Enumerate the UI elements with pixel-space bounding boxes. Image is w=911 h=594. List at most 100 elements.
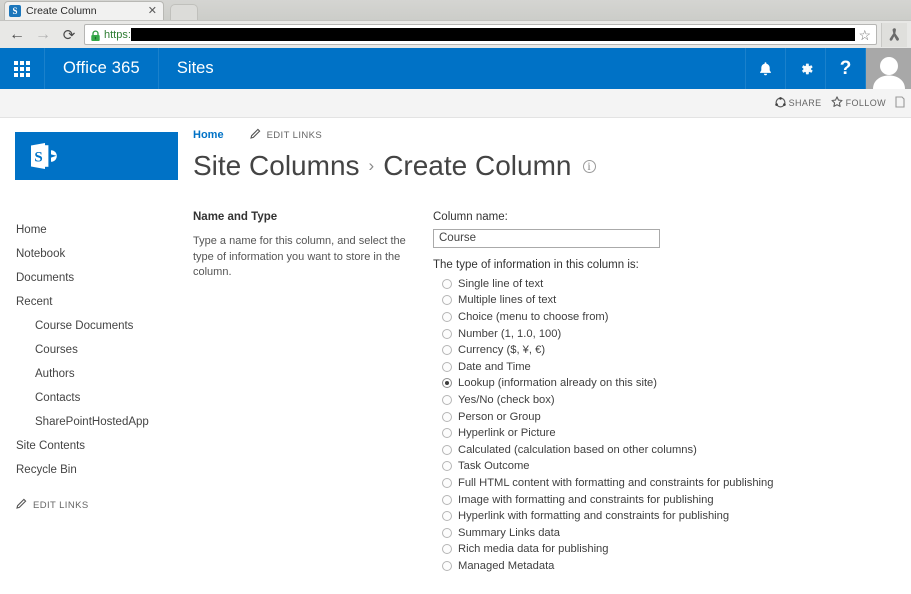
create-column-form: Name and Type Type a name for this colum… (185, 211, 911, 574)
app-launcher-button[interactable] (0, 48, 45, 89)
breadcrumb-home-link[interactable]: Home (193, 129, 224, 141)
sidebar-item-notebook[interactable]: Notebook (16, 242, 185, 266)
browser-tab[interactable]: S Create Column ✕ (4, 1, 164, 20)
pencil-icon (16, 498, 27, 512)
radio-task-outcome[interactable]: Task Outcome (442, 458, 911, 475)
radio-calculated[interactable]: Calculated (calculation based on other c… (442, 441, 911, 458)
reload-button[interactable]: ⟳ (56, 23, 82, 47)
site-logo[interactable]: S (15, 132, 178, 180)
sidebar-item-course-documents[interactable]: Course Documents (16, 314, 185, 338)
radio-date-and-time[interactable]: Date and Time (442, 358, 911, 375)
page-body: S Home Notebook Documents Recent Course … (0, 118, 911, 577)
radio-label: Calculated (calculation based on other c… (458, 443, 697, 456)
radio-label: Hyperlink or Picture (458, 427, 556, 440)
radio-yes-no[interactable]: Yes/No (check box) (442, 392, 911, 409)
address-bar[interactable]: https: ☆ (84, 24, 877, 45)
column-type-radio-group: Single line of text Multiple lines of te… (433, 276, 911, 575)
radio-dot-icon (442, 378, 452, 389)
page-title-parent-link[interactable]: Site Columns (193, 150, 360, 182)
radio-label: Rich media data for publishing (458, 543, 609, 556)
bookmark-star-icon[interactable]: ☆ (858, 28, 871, 42)
follow-star-icon (831, 96, 843, 110)
main-content-column: Home EDIT LINKS Site Columns › Create Co… (185, 118, 911, 577)
sidebar-item-authors[interactable]: Authors (16, 362, 185, 386)
share-button[interactable]: SHARE (774, 96, 822, 110)
sidebar-item-contacts[interactable]: Contacts (16, 386, 185, 410)
sidebar-item-home[interactable]: Home (16, 218, 185, 242)
column-name-label: Column name: (433, 211, 508, 223)
radio-label: Image with formatting and constraints fo… (458, 493, 714, 506)
radio-dot-icon (442, 345, 452, 356)
browser-nav-bar: ← → ⟳ https: ☆ (0, 20, 911, 48)
sidebar-item-recent[interactable]: Recent (16, 290, 185, 314)
sharepoint-favicon-icon: S (9, 5, 21, 17)
radio-single-line-of-text[interactable]: Single line of text (442, 276, 911, 293)
page-actions-bar: SHARE FOLLOW (0, 89, 911, 118)
radio-label: Choice (menu to choose from) (458, 310, 609, 323)
url-redacted-bar (130, 28, 856, 41)
focus-on-content-button[interactable] (895, 96, 905, 110)
user-avatar[interactable] (865, 48, 911, 89)
sidebar-item-documents[interactable]: Documents (16, 266, 185, 290)
radio-choice[interactable]: Choice (menu to choose from) (442, 309, 911, 326)
sidebar-edit-links-label: EDIT LINKS (33, 499, 89, 511)
sidebar-item-recycle-bin[interactable]: Recycle Bin (16, 458, 185, 482)
forward-button[interactable]: → (30, 23, 56, 47)
radio-label: Full HTML content with formatting and co… (458, 476, 774, 489)
radio-dot-icon (442, 527, 452, 538)
pencil-icon (249, 128, 261, 142)
info-icon[interactable]: i (582, 159, 596, 173)
new-tab-button[interactable] (170, 4, 198, 20)
radio-currency[interactable]: Currency ($, ¥, €) (442, 342, 911, 359)
sidebar-item-courses[interactable]: Courses (16, 338, 185, 362)
quick-launch-nav: Home Notebook Documents Recent Course Do… (0, 218, 185, 482)
radio-multiple-lines-of-text[interactable]: Multiple lines of text (442, 292, 911, 309)
top-edit-links-button[interactable]: EDIT LINKS (249, 128, 323, 142)
radio-full-html-content[interactable]: Full HTML content with formatting and co… (442, 475, 911, 492)
form-section-description: Type a name for this column, and select … (193, 235, 406, 278)
office365-brand-link[interactable]: Office 365 (45, 48, 159, 89)
radio-dot-icon (442, 361, 452, 372)
close-icon[interactable]: ✕ (146, 5, 159, 17)
radio-managed-metadata[interactable]: Managed Metadata (442, 558, 911, 575)
notifications-bell-icon[interactable] (745, 48, 785, 89)
back-button[interactable]: ← (4, 23, 30, 47)
waffle-icon (14, 60, 30, 77)
follow-label: FOLLOW (845, 98, 886, 108)
follow-button[interactable]: FOLLOW (831, 96, 886, 110)
top-edit-links-label: EDIT LINKS (266, 129, 323, 141)
radio-image-with-formatting[interactable]: Image with formatting and constraints fo… (442, 491, 911, 508)
suite-bar-spacer (232, 48, 745, 89)
radio-label: Date and Time (458, 360, 531, 373)
radio-dot-icon (442, 428, 452, 439)
radio-person-or-group[interactable]: Person or Group (442, 408, 911, 425)
radio-hyperlink-with-formatting[interactable]: Hyperlink with formatting and constraint… (442, 508, 911, 525)
radio-dot-icon (442, 295, 452, 306)
radio-dot-icon (442, 444, 452, 455)
sidebar-edit-links-button[interactable]: EDIT LINKS (0, 498, 185, 512)
radio-dot-icon (442, 411, 452, 422)
help-question-icon[interactable]: ? (825, 48, 865, 89)
sites-app-link[interactable]: Sites (159, 48, 232, 89)
browser-tab-strip: S Create Column ✕ (0, 0, 911, 20)
radio-label: Hyperlink with formatting and constraint… (458, 510, 730, 523)
page-title: Site Columns › Create Column i (185, 150, 911, 182)
sidebar-item-site-contents[interactable]: Site Contents (16, 434, 185, 458)
settings-gear-icon[interactable] (785, 48, 825, 89)
browser-menu-button[interactable] (881, 22, 907, 47)
page-title-separator: › (368, 156, 375, 175)
browser-tab-title: Create Column (26, 5, 97, 17)
form-fields-block: Column name: The type of information in … (433, 211, 911, 574)
office365-suite-bar: Office 365 Sites ? (0, 48, 911, 89)
radio-label: Person or Group (458, 410, 541, 423)
radio-hyperlink-or-picture[interactable]: Hyperlink or Picture (442, 425, 911, 442)
column-name-input[interactable] (433, 228, 660, 248)
radio-label: Yes/No (check box) (458, 393, 555, 406)
radio-number[interactable]: Number (1, 1.0, 100) (442, 325, 911, 342)
radio-summary-links-data[interactable]: Summary Links data (442, 524, 911, 541)
radio-dot-icon (442, 494, 452, 505)
sidebar-item-sharepointhostedapp[interactable]: SharePointHostedApp (16, 410, 185, 434)
radio-dot-icon (442, 461, 452, 472)
radio-rich-media-data[interactable]: Rich media data for publishing (442, 541, 911, 558)
radio-lookup[interactable]: Lookup (information already on this site… (442, 375, 911, 392)
